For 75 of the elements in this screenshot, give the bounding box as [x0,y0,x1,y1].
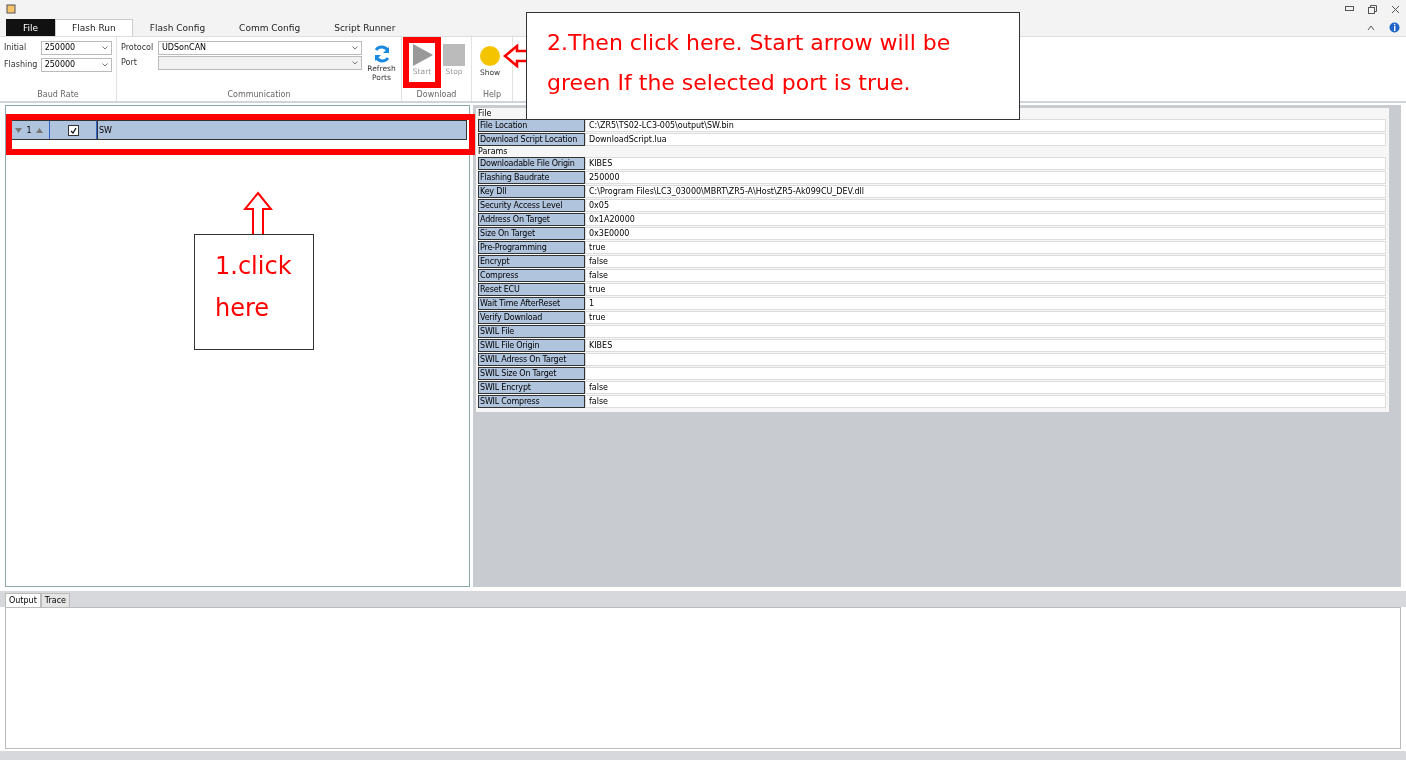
property-name: Compress [478,269,585,282]
file-menu[interactable]: File [6,19,56,36]
ribbon-tab[interactable]: Flash Run [55,19,133,36]
close-icon[interactable] [1391,4,1400,14]
file-name: SW [99,125,112,135]
property-value[interactable]: 1 [585,297,1386,310]
property-name: Key Dll [478,185,585,198]
property-value[interactable]: C:\ZR5\TS02-LC3-005\output\SW.bin [585,119,1386,132]
property-name: Pre-Programming [478,241,585,254]
group-label: Download [415,90,458,101]
callout-note: 1.click here [194,234,314,350]
property-value[interactable]: 0x1A20000 [585,213,1386,226]
chevron-down-icon[interactable] [102,62,108,67]
output-tab[interactable]: Trace [40,593,71,607]
up-arrow-icon[interactable] [35,127,43,133]
property-name: SWIL File Origin [478,339,585,352]
property-name: Downloadable File Origin [478,157,585,170]
property-name: SWIL Compress [478,395,585,408]
field-label: Flashing [4,60,38,69]
chevron-down-icon[interactable] [102,45,108,50]
property-name: SWIL File [478,325,585,338]
property-value[interactable]: false [585,395,1386,408]
row-index: 1 [26,125,32,135]
property-name: Flashing Baudrate [478,171,585,184]
field-label: Protocol [121,43,155,52]
property-value[interactable]: true [585,241,1386,254]
field-label: Port [121,58,138,67]
property-value[interactable]: false [585,381,1386,394]
property-value[interactable]: DownloadScript.lua [585,133,1386,146]
baud-dropdown[interactable]: 250000 [40,57,112,72]
ribbon-tab[interactable]: Flash Config [132,19,223,36]
section-title: File [478,109,493,119]
minimize-icon[interactable] [1345,6,1354,12]
property-value[interactable]: 0x05 [585,199,1386,212]
property-name: SWIL Size On Target [478,367,585,380]
property-name: SWIL Adress On Target [478,353,585,366]
output-tab[interactable]: Output [5,593,41,607]
property-value[interactable]: KIBES [585,157,1386,170]
collapse-icon[interactable] [1367,24,1375,31]
property-value[interactable]: 250000 [585,171,1386,184]
info-icon[interactable] [1389,22,1400,33]
app-icon [6,4,16,14]
property-name: Wait Time AfterReset [478,297,585,310]
ribbon-tab[interactable]: Comm Config [222,19,318,36]
section-title: Params [478,147,509,157]
protocol-dropdown[interactable]: UDSonCAN [158,40,362,55]
chevron-down-icon[interactable] [352,60,358,65]
property-name: File Location [478,119,585,132]
property-value[interactable]: C:\Program Files\LC3_03000\MBRT\ZR5-A\Host\ZR5-Ak099CU_DEV.dll [585,185,1386,198]
callout-note: 2.Then click here. Start arrow will be green If the selected port is true. [526,12,1020,120]
checkbox[interactable] [67,124,79,136]
property-name: SWIL Encrypt [478,381,585,394]
property-value[interactable]: true [585,283,1386,296]
property-name: Address On Target [478,213,585,226]
property-name: Download Script Location [478,133,585,146]
group-label: Baud Rate [36,90,80,101]
highlight-box [403,37,441,88]
property-value[interactable]: KIBES [585,339,1386,352]
down-arrow-icon[interactable] [15,127,23,133]
property-value[interactable]: false [585,269,1386,282]
ribbon-tab[interactable]: Script Runner [317,19,413,36]
group-label: Help [481,90,503,101]
property-value[interactable]: true [585,311,1386,324]
property-value[interactable]: 0x3E0000 [585,227,1386,240]
property-name: Encrypt [478,255,585,268]
property-value[interactable]: false [585,255,1386,268]
property-name: Security Access Level [478,199,585,212]
group-label: Communication [226,90,292,101]
property-name: Verify Download [478,311,585,324]
property-name: Size On Target [478,227,585,240]
restore-icon[interactable] [1368,4,1377,14]
property-name: Reset ECU [478,283,585,296]
chevron-down-icon[interactable] [352,45,358,50]
field-label: Initial [4,43,28,52]
baud-dropdown[interactable]: 250000 [40,40,112,55]
